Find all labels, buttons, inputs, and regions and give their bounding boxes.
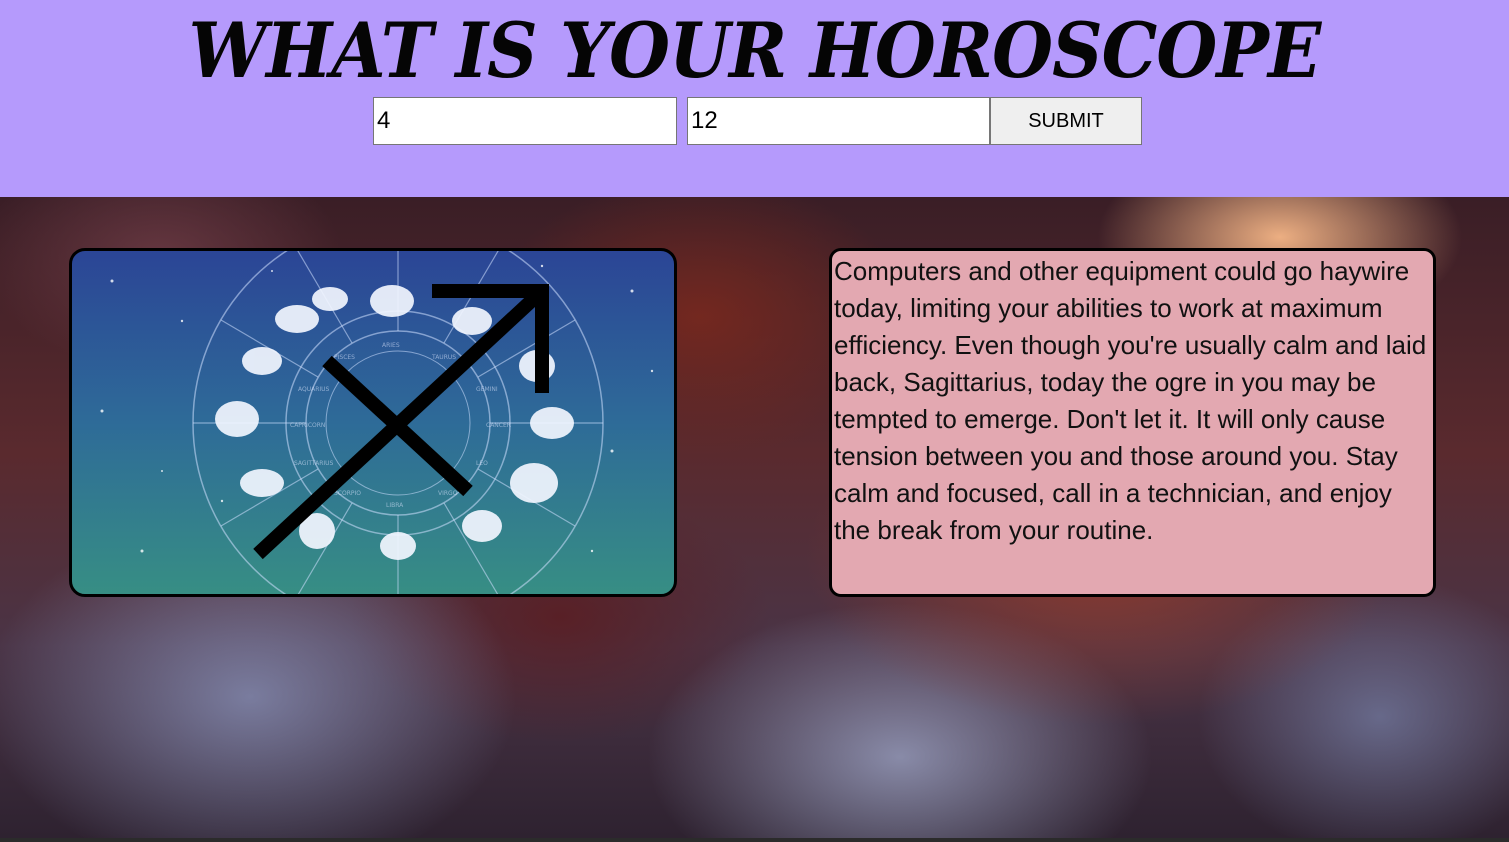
svg-text:VIRGO: VIRGO: [438, 490, 458, 497]
header-bar: WHAT IS YOUR HOROSCOPE SUBMIT: [0, 0, 1509, 197]
horoscope-text-box: Computers and other equipment could go h…: [829, 248, 1436, 597]
bottom-edge: [0, 838, 1509, 842]
svg-text:LEO: LEO: [476, 460, 488, 467]
page-title: WHAT IS YOUR HOROSCOPE: [188, 6, 1322, 95]
month-input[interactable]: [373, 97, 677, 145]
svg-text:CAPRICORN: CAPRICORN: [290, 422, 325, 429]
day-input[interactable]: [687, 97, 990, 145]
svg-text:ARIES: ARIES: [382, 342, 400, 349]
svg-text:TAURUS: TAURUS: [431, 354, 456, 361]
horoscope-text: Computers and other equipment could go h…: [834, 256, 1427, 545]
zodiac-sign-image: ARIES TAURUS GEMINI CANCER LEO VIRGO LIB…: [69, 248, 677, 597]
svg-text:GEMINI: GEMINI: [476, 386, 498, 393]
svg-text:AQUARIUS: AQUARIUS: [298, 386, 330, 393]
svg-text:SAGITTARIUS: SAGITTARIUS: [294, 460, 334, 467]
svg-text:PISCES: PISCES: [334, 354, 355, 361]
zodiac-wheel-illustration: ARIES TAURUS GEMINI CANCER LEO VIRGO LIB…: [100, 251, 654, 594]
svg-text:SCORPIO: SCORPIO: [334, 490, 361, 497]
submit-button[interactable]: SUBMIT: [990, 97, 1142, 145]
svg-text:LIBRA: LIBRA: [386, 502, 404, 509]
svg-text:CANCER: CANCER: [486, 422, 511, 429]
